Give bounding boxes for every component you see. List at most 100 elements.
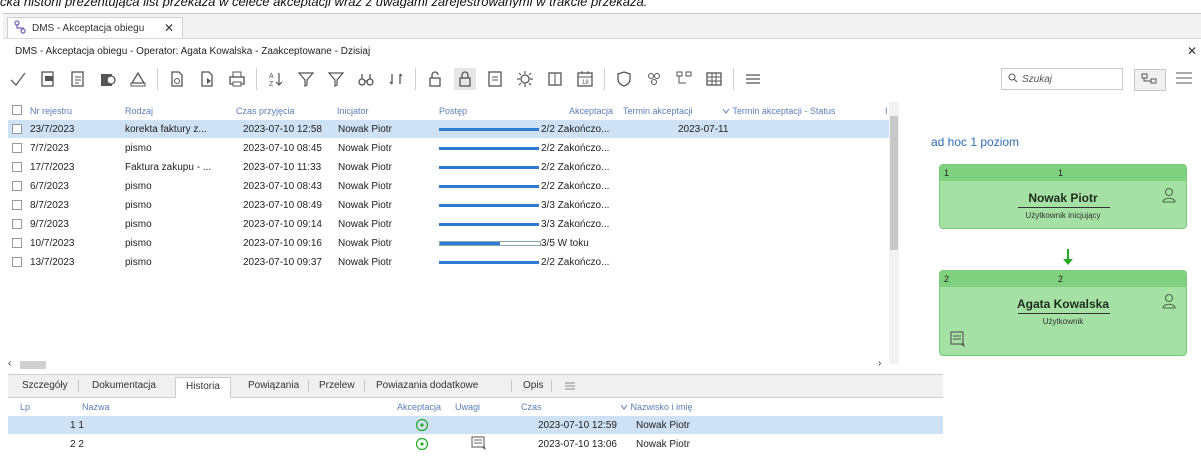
shield-icon[interactable] xyxy=(613,68,635,90)
settings-gear-icon[interactable] xyxy=(514,68,536,90)
note-icon[interactable] xyxy=(471,436,487,453)
users-group-icon[interactable] xyxy=(643,68,665,90)
progress-bar xyxy=(439,166,539,169)
node-header: 1 1 xyxy=(940,165,1186,181)
preview-document-button[interactable] xyxy=(166,68,188,90)
accept-check-button[interactable] xyxy=(7,68,29,90)
row-checkbox[interactable] xyxy=(12,219,22,229)
scroll-right-icon[interactable]: › xyxy=(878,358,881,369)
tab-dokumentacja[interactable]: Dokumentacja xyxy=(92,380,156,391)
tab-opis[interactable]: Opis xyxy=(523,380,544,391)
hist-col-lp[interactable]: Lp xyxy=(20,402,30,412)
table-row[interactable]: 6/7/2023 pismo 2023-07-10 08:43 Nowak Piotr… xyxy=(8,177,890,195)
grid-vertical-scrollbar[interactable] xyxy=(889,102,899,364)
row-checkbox[interactable] xyxy=(12,257,22,267)
lock-icon[interactable] xyxy=(454,68,476,90)
col-akceptacja[interactable]: Akceptacja xyxy=(569,106,613,116)
forward-document-button[interactable] xyxy=(196,68,218,90)
search-input[interactable]: Szukaj xyxy=(1001,68,1123,90)
col-termin-akceptacji[interactable]: Termin akceptacji xyxy=(623,106,693,116)
tab-dms-akceptacja[interactable]: DMS - Akceptacja obiegu ✕ xyxy=(7,17,183,38)
select-all-checkbox[interactable] xyxy=(12,105,22,115)
history-row[interactable]: 2 2 2023-07-10 13:06 Nowak Piotr xyxy=(8,435,943,453)
hamburger-menu-icon[interactable] xyxy=(1175,71,1193,88)
tab-powiazania-dodatkowe[interactable]: Powiazania dodatkowe xyxy=(376,380,478,391)
row-checkbox[interactable] xyxy=(12,162,22,172)
close-window-icon[interactable]: ✕ xyxy=(1187,44,1197,58)
refresh-icon[interactable] xyxy=(385,68,407,90)
scrollbar-thumb[interactable] xyxy=(890,116,898,250)
print-button[interactable] xyxy=(226,68,248,90)
tree-view-button[interactable] xyxy=(1134,69,1166,91)
progress-fill xyxy=(439,261,539,264)
table-row[interactable]: 8/7/2023 pismo 2023-07-10 08:49 Nowak Piotr… xyxy=(8,196,890,214)
tabs-menu-icon[interactable] xyxy=(564,381,576,394)
user-icon xyxy=(1162,187,1176,206)
hist-col-uwagi[interactable]: Uwagi xyxy=(455,402,480,412)
col-czas-przyjecia[interactable]: Czas przyjęcia xyxy=(236,106,295,116)
col-inicjator[interactable]: Inicjator xyxy=(337,106,369,116)
cell-lp: 1 1 xyxy=(70,420,84,431)
detail-tabs: Szczegóły Dokumentacja Historia Powiązan… xyxy=(8,374,943,398)
filter-add-icon[interactable] xyxy=(295,68,317,90)
search-icon xyxy=(1008,73,1018,86)
hist-col-czas[interactable]: Czas xyxy=(521,402,542,412)
col-termin-status[interactable]: Termin akceptacji - Status xyxy=(722,106,835,116)
tab-historia[interactable]: Historia xyxy=(175,377,231,398)
progress-fill xyxy=(439,185,539,188)
unlock-icon[interactable] xyxy=(424,68,446,90)
row-checkbox[interactable] xyxy=(12,238,22,248)
cell-rodzaj: korekta faktury z... xyxy=(125,124,207,135)
cell-nr-rejestru: 7/7/2023 xyxy=(30,143,69,154)
scrollbar-thumb[interactable] xyxy=(20,361,46,369)
cell-akceptacja: 2/2 Zakończo... xyxy=(541,257,610,268)
node-header: 2 2 xyxy=(940,271,1186,287)
row-checkbox[interactable] xyxy=(12,124,22,134)
tab-szczegoly[interactable]: Szczegóły xyxy=(22,380,68,391)
document-copy-button[interactable] xyxy=(67,68,89,90)
col-postep[interactable]: Postęp xyxy=(439,106,467,116)
close-tab-icon[interactable]: ✕ xyxy=(164,21,174,35)
row-checkbox[interactable] xyxy=(12,143,22,153)
tab-przelew[interactable]: Przelew xyxy=(319,380,355,391)
scroll-left-icon[interactable]: ‹ xyxy=(8,358,11,369)
comment-note-icon[interactable] xyxy=(950,331,966,350)
sort-chevron-icon xyxy=(620,404,628,410)
col-nr-rejestru[interactable]: Nr rejestru xyxy=(30,106,72,116)
document-list-icon[interactable] xyxy=(484,68,506,90)
cell-rodzaj: pismo xyxy=(125,200,152,211)
hist-col-nazwa[interactable]: Nazwa xyxy=(82,402,110,412)
hist-col-nazwisko[interactable]: Nazwisko i imię xyxy=(620,402,693,412)
search-placeholder: Szukaj xyxy=(1022,73,1053,85)
row-checkbox[interactable] xyxy=(12,181,22,191)
row-checkbox[interactable] xyxy=(12,200,22,210)
col-rodzaj[interactable]: Rodzaj xyxy=(125,106,153,116)
document-scan-button[interactable] xyxy=(37,68,59,90)
table-row[interactable]: 17/7/2023 Faktura zakupu - ... 2023-07-10 … xyxy=(8,158,890,176)
grid-horizontal-scrollbar[interactable]: ‹ › xyxy=(8,358,888,370)
workflow-tree-icon[interactable] xyxy=(673,68,695,90)
filter-icon[interactable] xyxy=(325,68,347,90)
document-disk-button[interactable] xyxy=(97,68,119,90)
binoculars-icon[interactable] xyxy=(355,68,377,90)
table-row[interactable]: 9/7/2023 pismo 2023-07-10 09:14 Nowak Piotr… xyxy=(8,215,890,233)
history-row[interactable]: 1 1 2023-07-10 12:59 Nowak Piotr xyxy=(8,416,943,434)
table-row[interactable]: 7/7/2023 pismo 2023-07-10 08:45 Nowak Piotr… xyxy=(8,139,890,157)
sort-az-icon[interactable]: AZ xyxy=(265,68,287,90)
table-row[interactable]: 13/7/2023 pismo 2023-07-10 09:37 Nowak Piot… xyxy=(8,253,890,271)
node-level-number: 2 xyxy=(1058,274,1064,284)
table-row[interactable]: 23/7/2023 korekta faktury z... 2023-07-10 … xyxy=(8,120,890,138)
col-extra[interactable]: I xyxy=(885,106,888,116)
node-level-number: 1 xyxy=(1058,168,1064,178)
document-stamp-button[interactable] xyxy=(127,68,149,90)
table-row[interactable]: 10/7/2023 pismo 2023-07-10 09:16 Nowak Piot… xyxy=(8,234,890,252)
grid-table-icon[interactable] xyxy=(703,68,725,90)
view-list-icon[interactable] xyxy=(742,68,764,90)
calendar-icon[interactable]: 18 xyxy=(574,68,596,90)
columns-icon[interactable] xyxy=(544,68,566,90)
workflow-node-1[interactable]: 1 1 Nowak Piotr Użytkownik inicjujący xyxy=(939,164,1187,229)
tab-powiazania[interactable]: Powiązania xyxy=(248,380,299,391)
hist-col-akceptacja[interactable]: Akceptacja xyxy=(397,402,441,412)
cell-inicjator: Nowak Piotr xyxy=(338,143,392,154)
workflow-node-2[interactable]: 2 2 Agata Kowalska Użytkownik xyxy=(939,270,1187,356)
